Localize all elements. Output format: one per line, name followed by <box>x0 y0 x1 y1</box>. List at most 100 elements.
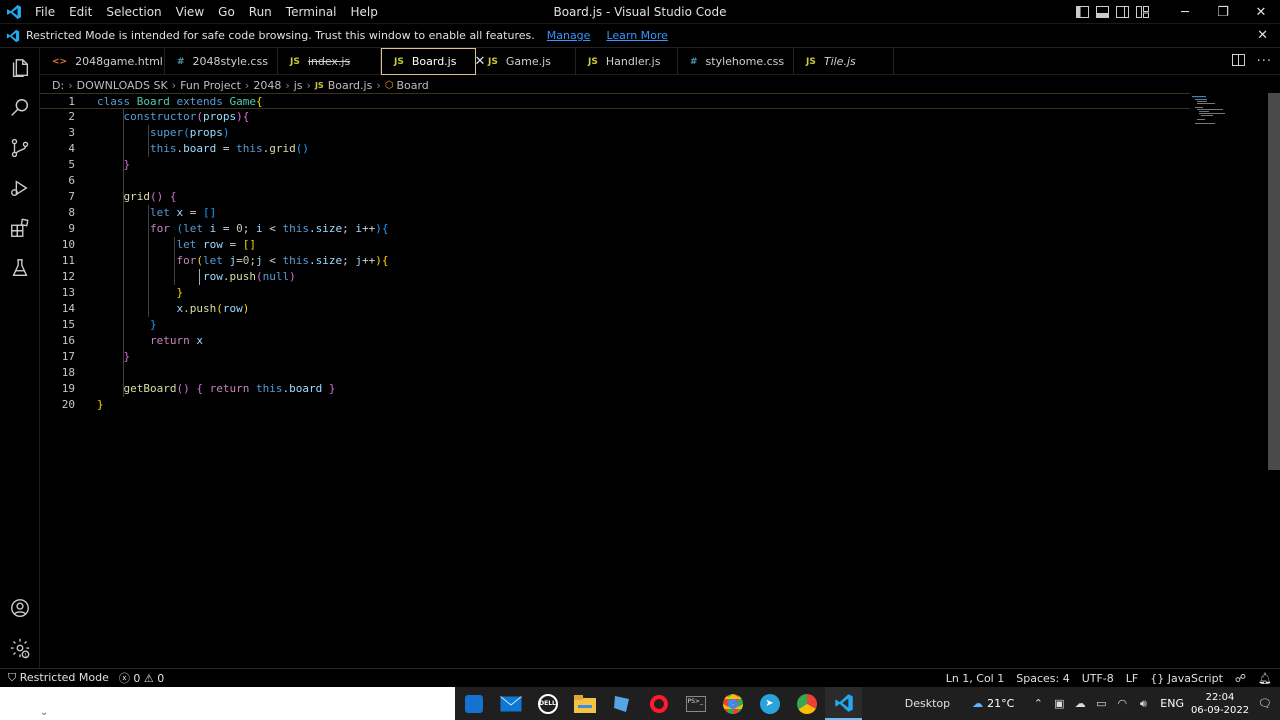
menu-bar: File Edit Selection View Go Run Terminal… <box>28 0 385 24</box>
restore-icon[interactable]: ❐ <box>1204 0 1242 24</box>
menu-file[interactable]: File <box>28 0 62 24</box>
code-line: 10 let row = [] <box>61 238 256 251</box>
microsoft-store-icon[interactable] <box>455 687 492 720</box>
menu-terminal[interactable]: Terminal <box>279 0 344 24</box>
file-explorer-icon[interactable] <box>566 687 603 720</box>
breadcrumb-js[interactable]: js <box>294 79 303 92</box>
breadcrumb: D: › DOWNLOADS SK › Fun Project › 2048 › js ›… <box>52 78 429 92</box>
vscode-taskbar-icon[interactable] <box>825 687 862 720</box>
manage-gear-icon[interactable]: 1 <box>0 628 40 668</box>
desktop-toolbar[interactable]: Desktop <box>905 697 950 710</box>
weather-icon[interactable]: ☁ <box>972 697 983 710</box>
menu-run[interactable]: Run <box>242 0 279 24</box>
run-debug-icon[interactable] <box>0 168 40 208</box>
tab-2048style-css[interactable]: # 2048style.css <box>165 48 278 75</box>
minimize-icon[interactable]: ─ <box>1166 0 1204 24</box>
editor-scrollbar[interactable] <box>1268 93 1280 470</box>
wifi-icon[interactable]: ◠ <box>1112 697 1132 710</box>
close-window-icon[interactable]: ✕ <box>1242 0 1280 24</box>
code-line: 5 } <box>68 158 131 171</box>
breadcrumb-2048[interactable]: 2048 <box>253 79 281 92</box>
tab-label: Board.js <box>411 55 457 68</box>
telegram-icon[interactable]: ➤ <box>751 687 788 720</box>
feedback-icon[interactable]: ☍ <box>1235 672 1246 685</box>
source-control-icon[interactable] <box>0 128 40 168</box>
indentation[interactable]: Spaces: 4 <box>1016 672 1069 685</box>
notification-center-icon[interactable]: 🗨︎ <box>1250 697 1280 710</box>
toggle-secondary-sidebar-icon[interactable] <box>1112 0 1132 24</box>
toggle-panel-icon[interactable] <box>1092 0 1112 24</box>
minimap[interactable] <box>1190 95 1230 125</box>
code-line: 19 getBoard() { return this.board } <box>61 382 336 395</box>
code-line: 20} <box>61 398 104 411</box>
code-line: 17 } <box>61 350 131 363</box>
breadcrumb-downloads[interactable]: DOWNLOADS SK <box>77 79 168 92</box>
testing-icon[interactable] <box>0 248 40 288</box>
customize-layout-icon[interactable] <box>1132 0 1152 24</box>
menu-go[interactable]: Go <box>211 0 242 24</box>
close-banner-icon[interactable]: ✕ <box>1257 28 1268 43</box>
tab-label: 2048style.css <box>192 55 268 68</box>
end-of-line[interactable]: LF <box>1126 672 1138 685</box>
tab-index-js[interactable]: JS index.js <box>278 48 381 75</box>
menu-view[interactable]: View <box>169 0 211 24</box>
code-line: 13 } <box>61 286 184 299</box>
manage-link[interactable]: Manage <box>547 29 591 42</box>
code-line: 12 row.push(null) <box>61 270 296 283</box>
onedrive-icon[interactable]: ☁ <box>1070 697 1090 710</box>
more-actions-icon[interactable]: ··· <box>1257 54 1272 69</box>
split-editor-icon[interactable] <box>1231 54 1245 69</box>
code-line: 2 constructor(props){ <box>68 110 250 123</box>
code-line: 7 grid() { <box>68 190 177 203</box>
tab-tile-js[interactable]: JS Tile.js <box>794 48 894 75</box>
terminal-icon[interactable]: PS>_ <box>677 687 714 720</box>
activity-bar: 1 <box>0 48 40 668</box>
menu-edit[interactable]: Edit <box>62 0 99 24</box>
menu-selection[interactable]: Selection <box>99 0 168 24</box>
tab-handler-js[interactable]: JS Handler.js <box>576 48 678 75</box>
js-file-icon: JS <box>806 56 816 67</box>
tab-board-js[interactable]: JS Board.js ✕ <box>381 48 485 75</box>
encoding[interactable]: UTF-8 <box>1082 672 1114 685</box>
dell-icon[interactable]: DELL <box>529 687 566 720</box>
restricted-mode-status[interactable]: ⛉ Restricted Mode <box>8 671 109 685</box>
toggle-sidebar-icon[interactable] <box>1072 0 1092 24</box>
language-mode[interactable]: {} JavaScript <box>1150 672 1223 685</box>
extensions-icon[interactable] <box>0 208 40 248</box>
code-line: 8 let x = [] <box>68 206 217 219</box>
notifications-bell-icon[interactable]: 🔔︎ <box>1258 672 1272 685</box>
css-file-icon: # <box>177 56 185 67</box>
cursor-position[interactable]: Ln 1, Col 1 <box>946 672 1005 685</box>
class-symbol-icon: ⬡ <box>384 79 394 91</box>
vscode-logo-icon <box>0 0 28 24</box>
mail-icon[interactable] <box>492 687 529 720</box>
tab-game-js[interactable]: JS Game.js <box>476 48 576 75</box>
volume-icon[interactable]: 🔊︎ <box>1133 697 1153 711</box>
explorer-icon[interactable] <box>0 48 40 88</box>
opera-icon[interactable] <box>640 687 677 720</box>
battery-icon[interactable]: ▭ <box>1091 697 1111 710</box>
code-editor[interactable]: 1 class Board extends Game{ 2 constructor… <box>40 93 1268 668</box>
breadcrumb-board-file[interactable]: Board.js <box>328 79 373 92</box>
temperature[interactable]: 21°C <box>987 697 1014 710</box>
breadcrumb-drive[interactable]: D: <box>52 79 64 92</box>
learn-more-link[interactable]: Learn More <box>606 29 668 42</box>
chrome-icon[interactable] <box>788 687 825 720</box>
breadcrumb-board-class[interactable]: Board <box>396 79 428 92</box>
breadcrumb-fun-project[interactable]: Fun Project <box>180 79 241 92</box>
chrome-profile-icon[interactable] <box>714 687 751 720</box>
problems-status[interactable]: ⓧ 0 ⚠ 0 <box>119 670 164 686</box>
app-icon[interactable] <box>603 687 640 720</box>
search-icon[interactable] <box>0 88 40 128</box>
menu-help[interactable]: Help <box>344 0 385 24</box>
tab-stylehome-css[interactable]: # stylehome.css <box>678 48 794 75</box>
taskbar-search-box[interactable]: ⌄ <box>0 687 455 720</box>
accounts-icon[interactable] <box>0 588 40 628</box>
chevron-up-icon[interactable]: ⌃ <box>1028 697 1048 710</box>
tray-app-icon[interactable]: ▣ <box>1049 697 1069 710</box>
svg-text:1: 1 <box>24 652 27 658</box>
date: 06-09-2022 <box>1190 704 1250 716</box>
input-language[interactable]: ENG <box>1160 697 1184 710</box>
clock[interactable]: 22:04 06-09-2022 <box>1190 691 1250 717</box>
tab-2048game-html[interactable]: <> 2048game.html <box>40 48 165 75</box>
